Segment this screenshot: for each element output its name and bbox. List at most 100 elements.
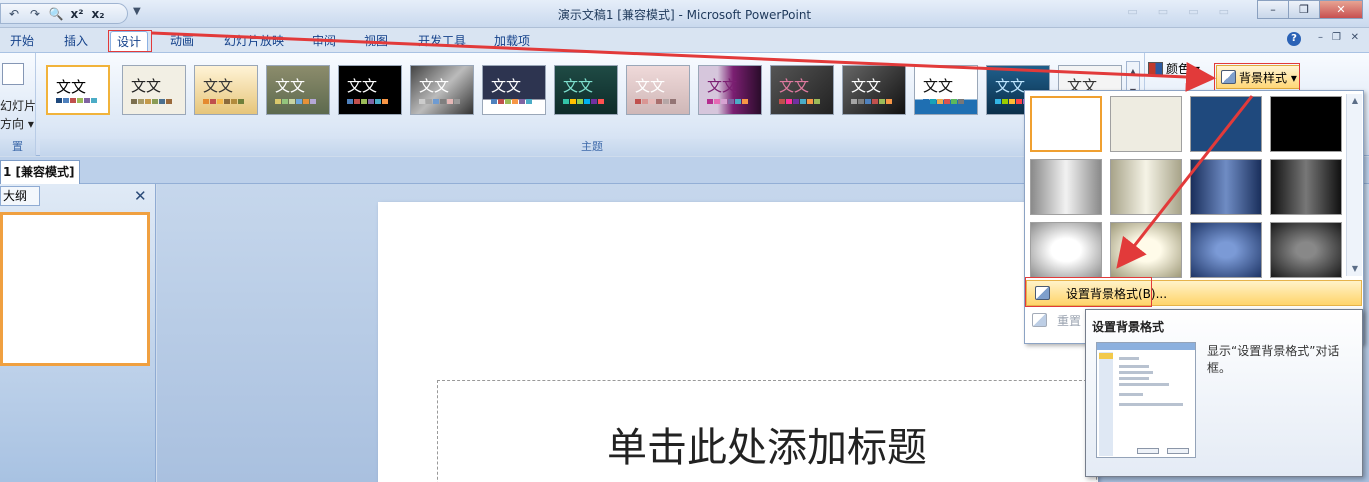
preview-line — [1119, 403, 1183, 406]
preview-button — [1137, 448, 1159, 454]
document-tab[interactable]: 1 [兼容模式] — [0, 160, 80, 184]
theme-swatches — [419, 99, 460, 104]
close-pane-icon[interactable]: ✕ — [134, 187, 147, 205]
theme-preview-text: 文文 — [56, 78, 87, 96]
theme-preview-text: 文文 — [995, 77, 1026, 95]
theme-swatches — [56, 98, 97, 103]
theme-swatches — [851, 99, 892, 104]
faded-menu-glyph-3: ▭ — [1188, 5, 1199, 18]
theme-11[interactable]: 文文 — [770, 65, 834, 115]
title-placeholder-text[interactable]: 单击此处添加标题 — [437, 415, 1097, 473]
slide-orientation-icon[interactable] — [2, 63, 24, 85]
bg-style-7[interactable] — [1190, 159, 1262, 215]
preview-nav-highlight — [1099, 353, 1113, 359]
bg-style-1[interactable] — [1030, 96, 1102, 152]
preview-nav — [1099, 352, 1113, 456]
bg-style-12[interactable] — [1270, 222, 1342, 278]
theme-7[interactable]: 文文 — [482, 65, 546, 115]
faded-menu-background: ▭ ▭ ▭ ▭ — [1127, 5, 1229, 18]
minimize-button[interactable]: – — [1257, 0, 1289, 19]
bg-style-3[interactable] — [1190, 96, 1262, 152]
outline-tab[interactable]: 大纲 — [0, 186, 40, 206]
theme-2[interactable]: 文文 — [122, 65, 186, 115]
preview-line — [1119, 393, 1143, 396]
theme-4[interactable]: 文文 — [266, 65, 330, 115]
faded-menu-glyph-2: ▭ — [1157, 5, 1169, 18]
preview-line — [1119, 377, 1149, 380]
theme-swatches — [491, 99, 532, 104]
tab-slideshow[interactable]: 幻灯片放映 — [218, 31, 290, 52]
theme-colors-button[interactable]: 颜色 ▾ — [1148, 60, 1200, 77]
gallery-up-icon[interactable]: ▲ — [1127, 62, 1139, 82]
theme-preview-text: 文文 — [347, 77, 378, 95]
bg-style-6[interactable] — [1110, 159, 1182, 215]
theme-preview-text: 文文 — [635, 77, 666, 95]
theme-preview-text: 文文 — [203, 77, 234, 95]
theme-8[interactable]: 文文 — [554, 65, 618, 115]
scroll-up-icon[interactable]: ▲ — [1347, 96, 1363, 105]
theme-preview-text: 文文 — [275, 77, 306, 95]
theme-preview-text: 文文 — [707, 77, 738, 95]
preview-button — [1167, 448, 1189, 454]
reset-icon — [1032, 313, 1047, 327]
faded-menu-glyph-1: ▭ — [1127, 5, 1138, 18]
slide-thumbnail[interactable] — [0, 212, 150, 366]
theme-3[interactable]: 文文 — [194, 65, 258, 115]
bg-style-2[interactable] — [1110, 96, 1182, 152]
theme-9[interactable]: 文文 — [626, 65, 690, 115]
theme-swatches — [563, 99, 604, 104]
theme-office[interactable]: 文文 — [46, 65, 110, 115]
themes-group: 文文 文文 文文 文文 文文 文文 文文 文文 文文 文文 文文 文文 文文 文… — [40, 53, 1145, 156]
theme-swatches — [923, 99, 964, 104]
preview-titlebar — [1097, 343, 1195, 350]
tab-addins[interactable]: 加载项 — [488, 31, 536, 52]
theme-12[interactable]: 文文 — [842, 65, 906, 115]
reset-background-menu-item[interactable]: 重置 — [1026, 309, 1086, 331]
background-styles-highlight — [1214, 63, 1300, 91]
theme-5[interactable]: 文文 — [338, 65, 402, 115]
orientation-dropdown-label[interactable]: 方向 ▾ — [0, 115, 34, 132]
tooltip-title: 设置背景格式 — [1092, 320, 1165, 334]
bg-style-9[interactable] — [1030, 222, 1102, 278]
tab-review[interactable]: 审阅 — [306, 31, 342, 52]
theme-preview-text: 文文 — [419, 77, 450, 95]
theme-preview-text: 文文 — [491, 77, 522, 95]
ribbon-tabs: 开始 插入 设计 动画 幻灯片放映 审阅 视图 开发工具 加载项 ? – ❐ ✕ — [0, 28, 1369, 52]
close-button[interactable]: ✕ — [1319, 0, 1363, 19]
preview-line — [1119, 357, 1139, 360]
dialog-preview-image — [1096, 342, 1196, 458]
tab-view[interactable]: 视图 — [358, 31, 394, 52]
doc-close-icon[interactable]: ✕ — [1351, 32, 1359, 43]
format-background-highlight — [1025, 277, 1152, 307]
scroll-down-icon[interactable]: ▼ — [1347, 264, 1363, 273]
tab-home[interactable]: 开始 — [4, 31, 40, 52]
preview-line — [1119, 365, 1149, 368]
dropdown-scrollbar[interactable]: ▲ ▼ — [1346, 94, 1362, 276]
design-tab-highlight — [108, 30, 152, 52]
bg-style-10[interactable] — [1110, 222, 1182, 278]
bg-style-4[interactable] — [1270, 96, 1342, 152]
help-icon[interactable]: ? — [1287, 32, 1301, 46]
theme-preview-text: 文文 — [779, 77, 810, 95]
theme-colors-label: 颜色 ▾ — [1166, 62, 1200, 76]
bg-style-5[interactable] — [1030, 159, 1102, 215]
doc-restore-icon[interactable]: ❐ — [1332, 32, 1341, 43]
tab-animations[interactable]: 动画 — [164, 31, 200, 52]
theme-10[interactable]: 文文 — [698, 65, 762, 115]
page-setup-group-label: 置 — [0, 139, 35, 156]
theme-swatches — [275, 99, 316, 104]
reset-label: 重置 — [1057, 313, 1082, 328]
theme-preview-text: 文文 — [131, 77, 162, 95]
slide-orientation-label[interactable]: 幻灯片 — [0, 97, 36, 114]
bg-style-11[interactable] — [1190, 222, 1262, 278]
tooltip-description: 显示“设置背景格式”对话框。 — [1207, 344, 1340, 375]
theme-swatches — [779, 99, 820, 104]
theme-preview-text: 文文 — [563, 77, 594, 95]
restore-button[interactable]: ❐ — [1288, 0, 1320, 19]
theme-13[interactable]: 文文 — [914, 65, 978, 115]
theme-6[interactable]: 文文 — [410, 65, 474, 115]
tab-developer[interactable]: 开发工具 — [412, 31, 472, 52]
tab-insert[interactable]: 插入 — [58, 31, 94, 52]
doc-minimize-icon[interactable]: – — [1318, 32, 1323, 43]
bg-style-8[interactable] — [1270, 159, 1342, 215]
